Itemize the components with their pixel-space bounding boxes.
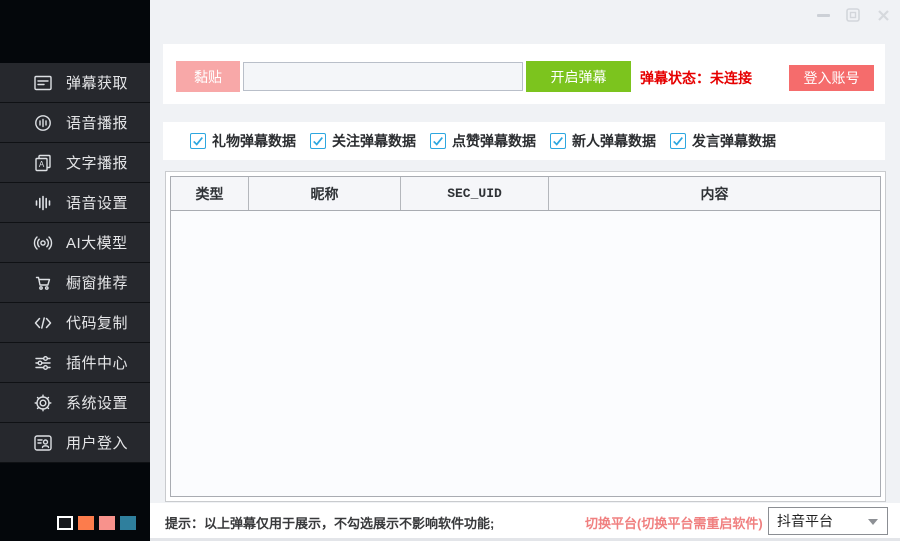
sidebar-item-user-login[interactable]: 用户登入 [0,423,150,463]
switch-platform-note: 切换平台(切换平台需重启软件) [585,513,763,532]
table-header-content: 内容 [549,177,880,210]
filter-label: 关注弹幕数据 [332,131,416,151]
filter-like-danmaku[interactable]: 点赞弹幕数据 [430,131,536,151]
sidebar-item-label: 弹幕获取 [66,72,128,93]
svg-text:A: A [39,160,45,169]
filter-label: 新人弹幕数据 [572,131,656,151]
sidebar-item-voice-settings[interactable]: 语音设置 [0,183,150,223]
close-button[interactable] [874,6,892,24]
start-danmaku-button[interactable]: 开启弹幕 [526,61,631,92]
sidebar-item-label: 代码复制 [66,312,128,333]
sidebar: 弹幕获取 语音播报 A [0,0,150,541]
window-controls [814,6,892,24]
sidebar-item-showcase-recommend[interactable]: 橱窗推荐 [0,263,150,303]
minimize-icon [817,14,830,17]
sidebar-item-label: 语音播报 [66,112,128,133]
chevron-down-icon [868,519,878,525]
theme-swatch-dark[interactable] [57,516,73,530]
user-card-icon [33,433,53,453]
shopping-cart-icon [33,273,53,293]
maximize-icon [846,8,860,22]
sidebar-item-label: 文字播报 [66,152,128,173]
danmaku-status: 弹幕状态：未连接 [640,68,752,88]
checkbox-checked-icon[interactable] [310,133,326,149]
table-header-type: 类型 [171,177,249,210]
sidebar-item-text-broadcast[interactable]: A 文字播报 [0,143,150,183]
filter-label: 礼物弹幕数据 [212,131,296,151]
filter-label: 发言弹幕数据 [692,131,776,151]
danmaku-table-panel: 类型 昵称 SEC_UID 内容 [165,171,886,502]
sidebar-item-label: 橱窗推荐 [66,272,128,293]
table-header-nickname: 昵称 [249,177,401,210]
sliders-icon [33,353,53,373]
checkbox-checked-icon[interactable] [190,133,206,149]
minimize-button[interactable] [814,6,832,24]
sidebar-menu: 弹幕获取 语音播报 A [0,63,150,463]
theme-swatches [57,516,136,530]
footer-bar: 提示：以上弹幕仅用于展示，不勾选展示不影响软件功能; 切换平台(切换平台需重启软… [150,503,900,541]
filter-label: 点赞弹幕数据 [452,131,536,151]
room-url-input[interactable] [243,62,523,91]
platform-select[interactable]: 抖音平台 [768,507,888,535]
status-value: 未连接 [710,70,752,86]
sidebar-item-voice-broadcast[interactable]: 语音播报 [0,103,150,143]
sidebar-item-ai-model[interactable]: AI大模型 [0,223,150,263]
sidebar-item-code-copy[interactable]: 代码复制 [0,303,150,343]
checkbox-checked-icon[interactable] [550,133,566,149]
sidebar-item-label: 插件中心 [66,352,128,373]
sidebar-item-danmaku-capture[interactable]: 弹幕获取 [0,63,150,103]
checkbox-checked-icon[interactable] [670,133,686,149]
app-window: 弹幕获取 语音播报 A [0,0,900,541]
checkbox-checked-icon[interactable] [430,133,446,149]
filter-panel: 礼物弹幕数据 关注弹幕数据 点赞弹幕数据 新人弹幕数据 发言弹幕数据 [163,122,885,160]
filter-newcomer-danmaku[interactable]: 新人弹幕数据 [550,131,656,151]
sidebar-item-label: AI大模型 [66,232,128,253]
table-header-sec-uid: SEC_UID [401,177,549,210]
sidebar-item-system-settings[interactable]: 系统设置 [0,383,150,423]
theme-swatch-teal[interactable] [120,516,136,530]
hint-text: 提示：以上弹幕仅用于展示，不勾选展示不影响软件功能; [165,513,494,532]
filter-follow-danmaku[interactable]: 关注弹幕数据 [310,131,416,151]
text-broadcast-icon: A [33,153,53,173]
status-label: 弹幕状态： [640,70,710,86]
sidebar-item-label: 语音设置 [66,192,128,213]
voice-broadcast-icon [33,113,53,133]
table-body-empty [171,211,880,496]
table-header-row: 类型 昵称 SEC_UID 内容 [171,177,880,211]
filter-chat-danmaku[interactable]: 发言弹幕数据 [670,131,776,151]
filter-gift-danmaku[interactable]: 礼物弹幕数据 [190,131,296,151]
voice-equalizer-icon [33,193,53,213]
maximize-button[interactable] [844,6,862,24]
gear-icon [33,393,53,413]
toolbar-panel: 黏贴 开启弹幕 弹幕状态：未连接 登入账号 [163,44,885,104]
code-icon [33,313,53,333]
platform-select-value: 抖音平台 [777,511,833,531]
ai-broadcast-icon [33,233,53,253]
theme-swatch-orange[interactable] [78,516,94,530]
paste-button[interactable]: 黏贴 [176,61,240,92]
sidebar-item-label: 系统设置 [66,392,128,413]
sidebar-item-label: 用户登入 [66,432,128,453]
sidebar-item-plugin-center[interactable]: 插件中心 [0,343,150,383]
danmaku-table: 类型 昵称 SEC_UID 内容 [170,176,881,497]
theme-swatch-pink[interactable] [99,516,115,530]
danmaku-list-icon [33,73,53,93]
login-account-button[interactable]: 登入账号 [789,65,874,91]
close-icon [877,9,890,22]
